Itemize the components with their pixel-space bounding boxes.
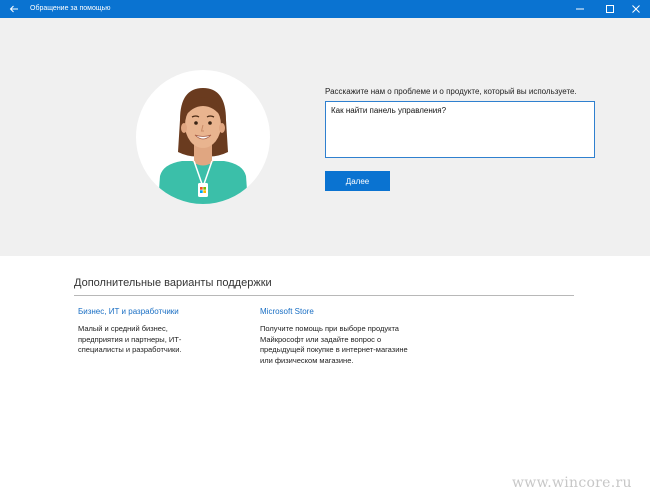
problem-prompt: Расскажите нам о проблеме и о продукте, … — [325, 87, 577, 96]
maximize-icon — [606, 5, 614, 13]
minimize-button[interactable] — [566, 0, 594, 18]
minimize-icon — [576, 8, 584, 10]
contact-hero: Расскажите нам о проблеме и о продукте, … — [0, 18, 650, 256]
microsoft-store-description: Получите помощь при выборе продукта Майк… — [260, 324, 408, 365]
problem-description-input[interactable] — [325, 101, 595, 158]
window-title: Обращение за помощью — [30, 5, 111, 12]
maximize-button[interactable] — [596, 0, 624, 18]
microsoft-store-link[interactable]: Microsoft Store — [260, 307, 314, 316]
back-arrow-icon[interactable] — [8, 3, 20, 15]
business-it-developers-description: Малый и средний бизнес, предприятия и па… — [78, 324, 182, 354]
site-watermark: www.wincore.ru — [512, 475, 632, 491]
title-bar: Обращение за помощью — [0, 0, 650, 18]
more-options-title: Дополнительные варианты поддержки — [74, 277, 272, 289]
support-agent-avatar — [136, 70, 270, 204]
next-button[interactable]: Далее — [325, 171, 390, 191]
section-divider — [74, 295, 574, 296]
business-it-developers-link[interactable]: Бизнес, ИТ и разработчики — [78, 307, 179, 316]
close-button[interactable] — [622, 0, 650, 18]
close-icon — [632, 5, 640, 13]
